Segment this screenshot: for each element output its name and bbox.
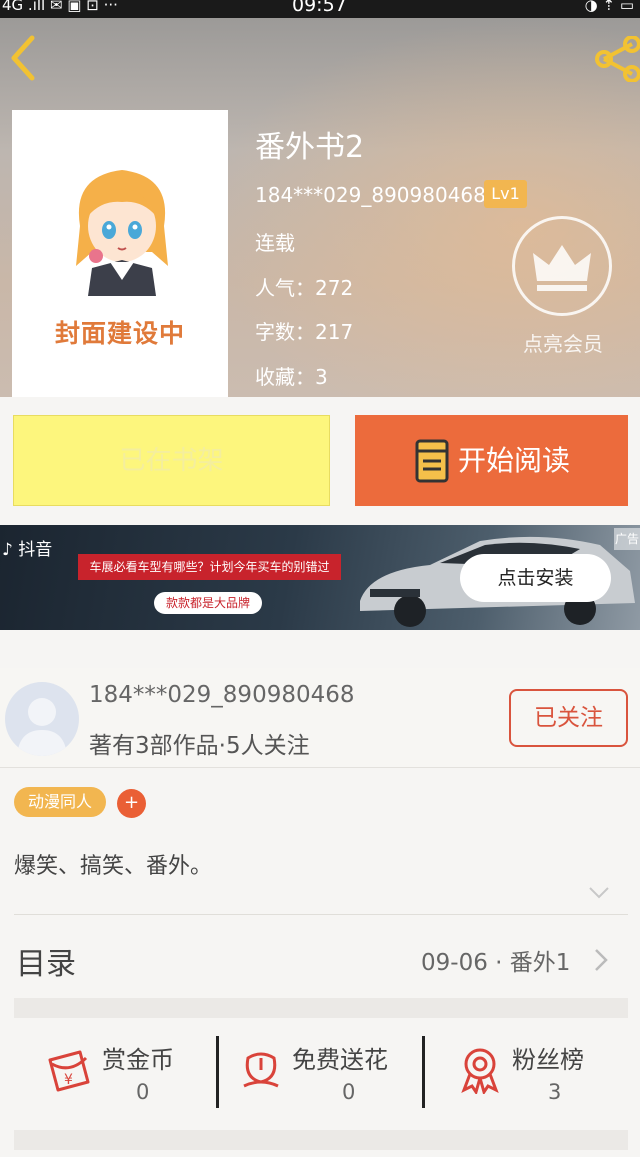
medal-icon: [461, 1048, 499, 1094]
flower-icon: [243, 1052, 279, 1088]
cover-illustration-icon: [76, 170, 168, 296]
book-status: 连载: [255, 231, 295, 255]
free-flowers-stat[interactable]: 免费送花 0: [240, 1030, 420, 1130]
book-description: 爆笑、搞笑、番外。: [14, 854, 213, 879]
share-icon: [595, 35, 640, 83]
book-favorites: 收藏：3: [255, 365, 328, 389]
start-reading-label: 开始阅读: [458, 444, 571, 477]
chevron-right-icon[interactable]: [594, 948, 608, 972]
crown-icon: [533, 245, 591, 291]
start-reading-button[interactable]: 开始阅读: [355, 415, 628, 506]
ad-brand: ♪ 抖音: [2, 540, 53, 560]
add-tag-button[interactable]: +: [117, 789, 146, 818]
status-right: ◑ ⇡ ▭: [584, 0, 634, 14]
ad-tag: 广告: [614, 528, 640, 550]
book-header: 封面建设中 番外书2 184***029_890980468 Lv1 连载 人气…: [0, 18, 640, 397]
reward-coins-value: 0: [136, 1080, 150, 1104]
toc-label[interactable]: 目录: [16, 939, 76, 983]
red-envelope-icon: ¥: [48, 1050, 90, 1092]
ad-headline: 车展必看车型有哪些？计划今年买车的别错过: [78, 554, 341, 580]
reward-coins-label: 赏金币: [102, 1046, 174, 1074]
stat-separator: [216, 1036, 219, 1108]
share-button[interactable]: [594, 35, 640, 83]
free-flowers-label: 免费送花: [292, 1046, 388, 1074]
section-gap: [14, 1130, 628, 1150]
author-avatar[interactable]: [5, 682, 79, 756]
book-author[interactable]: 184***029_890980468: [255, 183, 486, 207]
ad-subline: 款款都是大品牌: [154, 592, 262, 614]
book-icon: [415, 439, 449, 483]
status-left: 4G .ıll ✉ ▣ ⊡ ···: [2, 0, 118, 14]
on-shelf-button[interactable]: 已在书架: [13, 415, 330, 506]
toc-latest-chapter[interactable]: 09-06 · 番外1: [421, 943, 570, 977]
book-cover[interactable]: 封面建设中: [12, 110, 228, 397]
level-badge: Lv1: [484, 180, 527, 208]
back-button[interactable]: [6, 34, 40, 82]
vip-button[interactable]: [512, 216, 612, 316]
author-name[interactable]: 184***029_890980468: [89, 682, 355, 708]
expand-chevron-icon[interactable]: [588, 886, 610, 900]
free-flowers-value: 0: [342, 1080, 356, 1104]
cover-text: 封面建设中: [54, 319, 185, 348]
back-arrow-icon: [11, 35, 35, 81]
status-time: 09:57: [292, 0, 347, 16]
ad-brand-label: 抖音: [18, 540, 53, 560]
reward-coins-stat[interactable]: ¥ 赏金币 0: [44, 1030, 214, 1130]
section-gap: [14, 998, 628, 1018]
author-stats: 著有3部作品·5人关注: [89, 733, 310, 759]
svg-text:¥: ¥: [64, 1072, 73, 1088]
fan-ranking-stat[interactable]: 粉丝榜 3: [458, 1030, 628, 1130]
book-title: 番外书2: [255, 130, 365, 165]
install-button[interactable]: 点击安装: [460, 554, 611, 602]
category-tag[interactable]: 动漫同人: [14, 787, 106, 817]
stat-separator: [422, 1036, 425, 1108]
vip-label: 点亮会员: [523, 332, 603, 356]
fan-ranking-label: 粉丝榜: [512, 1046, 584, 1074]
book-popularity: 人气：272: [255, 276, 354, 300]
fan-ranking-value: 3: [548, 1080, 562, 1104]
status-bar: 4G .ıll ✉ ▣ ⊡ ··· 09:57 ◑ ⇡ ▭: [0, 0, 640, 18]
divider: [14, 914, 628, 915]
follow-button[interactable]: 已关注: [509, 689, 628, 747]
book-word-count: 字数：217: [255, 320, 354, 344]
avatar-icon: [17, 698, 67, 756]
